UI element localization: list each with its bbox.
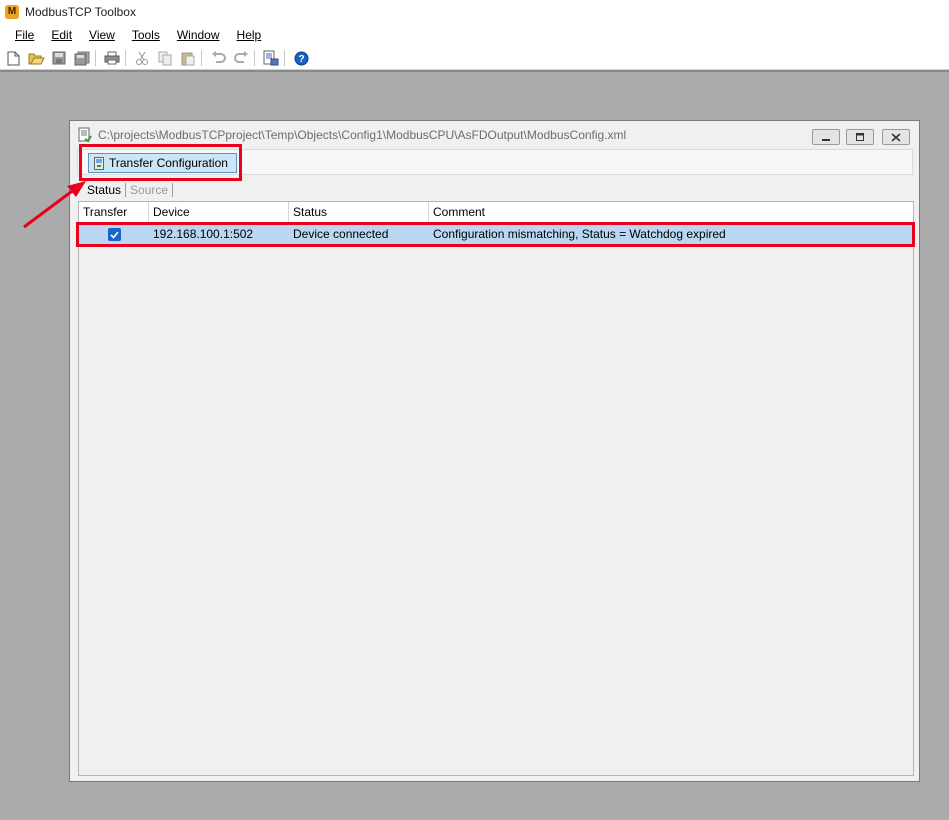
save-icon[interactable] bbox=[49, 49, 69, 67]
cut-icon[interactable] bbox=[132, 49, 152, 67]
toolbar-separator bbox=[201, 50, 202, 66]
new-icon[interactable] bbox=[3, 49, 23, 67]
restore-button[interactable] bbox=[846, 129, 874, 145]
close-icon bbox=[891, 132, 901, 142]
child-window-title: C:\projects\ModbusTCPproject\Temp\Object… bbox=[98, 128, 627, 142]
app-title: ModbusTCP Toolbox bbox=[25, 4, 136, 19]
menu-edit[interactable]: Edit bbox=[43, 28, 81, 42]
tab-source[interactable]: Source bbox=[126, 183, 172, 197]
save-all-icon[interactable] bbox=[72, 49, 92, 67]
svg-text:?: ? bbox=[298, 54, 304, 65]
close-button[interactable] bbox=[882, 129, 910, 145]
print-icon[interactable] bbox=[102, 49, 122, 67]
menu-help[interactable]: Help bbox=[229, 28, 271, 42]
checkmark-icon bbox=[110, 230, 119, 239]
column-header-transfer[interactable]: Transfer bbox=[79, 202, 149, 223]
menu-bar: File Edit View Tools Window Help bbox=[0, 23, 949, 47]
minimize-button[interactable] bbox=[812, 129, 840, 145]
transfer-icon bbox=[94, 156, 104, 170]
cell-status: Device connected bbox=[293, 227, 389, 241]
workspace-border bbox=[0, 70, 949, 72]
tab-status[interactable]: Status bbox=[83, 183, 125, 197]
minimize-icon bbox=[822, 139, 830, 141]
restore-icon bbox=[856, 133, 864, 141]
cell-comment: Configuration mismatching, Status = Watc… bbox=[433, 227, 726, 241]
column-header-device[interactable]: Device bbox=[149, 202, 289, 223]
open-icon[interactable] bbox=[26, 49, 46, 67]
table-row[interactable]: 192.168.100.1:502 Device connected Confi… bbox=[79, 224, 913, 245]
cell-device: 192.168.100.1:502 bbox=[153, 227, 254, 241]
properties-icon[interactable] bbox=[261, 49, 281, 67]
app-titlebar: M ModbusTCP Toolbox bbox=[0, 0, 949, 23]
tab-separator bbox=[172, 183, 174, 197]
transfer-checkbox[interactable] bbox=[108, 228, 121, 241]
redo-icon[interactable] bbox=[231, 49, 251, 67]
undo-icon[interactable] bbox=[208, 49, 228, 67]
menu-window[interactable]: Window bbox=[169, 28, 229, 42]
toolbar-separator bbox=[284, 50, 285, 66]
toolbar-separator bbox=[95, 50, 96, 66]
menu-tools[interactable]: Tools bbox=[124, 28, 169, 42]
transfer-configuration-button[interactable]: Transfer Configuration bbox=[88, 153, 237, 173]
menu-file[interactable]: File bbox=[0, 28, 43, 42]
main-toolbar: ? bbox=[0, 47, 949, 70]
child-titlebar: C:\projects\ModbusTCPproject\Temp\Object… bbox=[70, 121, 919, 149]
toolbar-separator bbox=[254, 50, 255, 66]
grid-header: Transfer Device Status Comment bbox=[79, 202, 913, 224]
transfer-button-label: Transfer Configuration bbox=[109, 156, 228, 170]
app-logo-icon: M bbox=[5, 4, 19, 19]
toolbar-separator bbox=[125, 50, 126, 66]
menu-view[interactable]: View bbox=[81, 28, 124, 42]
device-grid: Transfer Device Status Comment 192.168.1… bbox=[78, 201, 914, 776]
copy-icon[interactable] bbox=[155, 49, 175, 67]
tab-strip: Status Source bbox=[83, 182, 174, 198]
document-icon bbox=[78, 127, 92, 143]
column-header-status[interactable]: Status bbox=[289, 202, 429, 223]
column-header-comment[interactable]: Comment bbox=[429, 202, 913, 223]
help-icon[interactable]: ? bbox=[291, 49, 311, 67]
config-child-window: C:\projects\ModbusTCPproject\Temp\Object… bbox=[69, 120, 920, 782]
paste-icon[interactable] bbox=[178, 49, 198, 67]
child-toolbar: Transfer Configuration bbox=[77, 149, 913, 175]
